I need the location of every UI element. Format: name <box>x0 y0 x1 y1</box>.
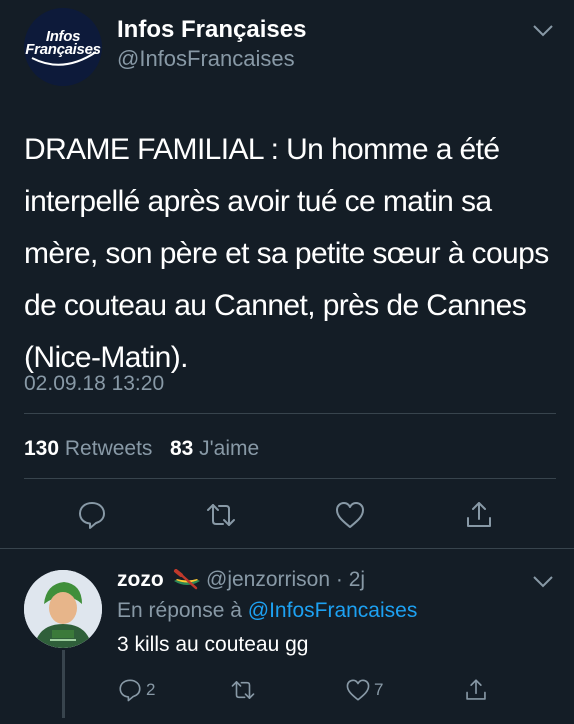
retweet-button[interactable] <box>205 499 237 531</box>
account-handle[interactable]: @InfosFrancaises <box>117 46 295 72</box>
tweet-stats: 130 Retweets 83 J'aime <box>24 437 259 461</box>
likes-count[interactable]: 83 <box>170 437 193 460</box>
account-name[interactable]: Infos Françaises <box>117 16 306 44</box>
reply-retweet-button[interactable] <box>230 677 259 703</box>
reply-avatar-image <box>24 570 102 648</box>
reply-reply-button[interactable]: 2 <box>117 677 155 703</box>
reply-count: 2 <box>146 680 156 699</box>
reply-account-name[interactable]: zozo <box>117 568 164 592</box>
reply-button[interactable] <box>76 499 108 531</box>
retweet-icon <box>231 681 255 699</box>
retweets-label[interactable]: Retweets <box>65 437 153 460</box>
reply-icon <box>119 679 141 702</box>
canoe-emoji-icon <box>174 569 200 590</box>
share-icon <box>467 502 491 527</box>
divider <box>24 413 556 414</box>
tweet-timestamp: 02.09.18 13:20 <box>24 372 165 395</box>
in-reply-to: En réponse à @InfosFrancaises <box>117 599 417 623</box>
reply-share-button[interactable] <box>463 677 489 703</box>
heart-icon <box>346 679 370 701</box>
retweets-count[interactable]: 130 <box>24 437 59 460</box>
likes-label[interactable]: J'aime <box>199 437 259 460</box>
heart-icon <box>336 502 364 528</box>
reply-icon <box>79 502 105 529</box>
share-icon <box>466 679 486 700</box>
avatar-logo-text: Infos Françaises <box>24 29 102 58</box>
like-button[interactable] <box>334 499 366 531</box>
reply-like-button[interactable]: 7 <box>345 677 383 703</box>
tweet-text: DRAME FAMILIAL : Un homme a été interpel… <box>24 133 549 374</box>
reply-like-count: 7 <box>374 680 384 699</box>
divider <box>24 478 556 479</box>
thread-line <box>62 650 65 718</box>
reply-mention-link[interactable]: @InfosFrancaises <box>248 599 418 622</box>
reply-text: 3 kills au couteau gg <box>117 633 309 656</box>
avatar-logo-line2: Françaises <box>25 41 101 58</box>
share-button[interactable] <box>463 499 495 531</box>
chevron-down-icon[interactable] <box>532 24 554 38</box>
reply-handle-time[interactable]: @jenzorrison · 2j <box>206 568 365 592</box>
reply-avatar[interactable] <box>24 570 102 648</box>
account-avatar[interactable]: Infos Françaises <box>24 8 102 86</box>
in-reply-to-prefix: En réponse à <box>117 599 242 622</box>
divider <box>0 548 574 549</box>
chevron-down-icon[interactable] <box>532 575 554 589</box>
retweet-icon <box>207 504 235 526</box>
